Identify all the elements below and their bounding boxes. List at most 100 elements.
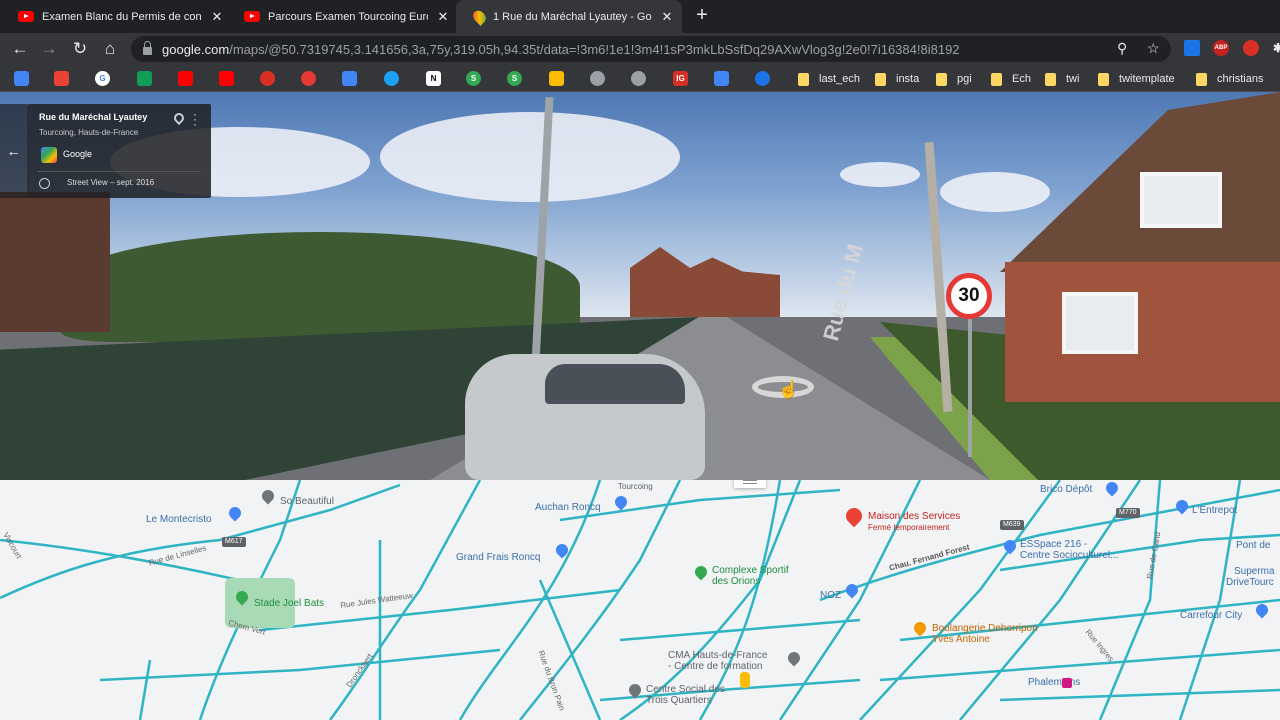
bookmark-folder[interactable]: christians xyxy=(1196,71,1263,87)
houses xyxy=(630,247,780,317)
map-label[interactable]: CMA Hauts-de-France xyxy=(668,650,767,661)
zoom-icon[interactable]: ⚲ xyxy=(1117,40,1127,57)
street-view-date: Street View – sept. 2016 xyxy=(67,178,155,187)
notion-icon[interactable]: N xyxy=(426,71,441,86)
window xyxy=(1140,172,1222,228)
youtube-icon[interactable] xyxy=(219,71,234,86)
map-label[interactable]: Yves Antoine xyxy=(932,634,990,645)
map-label[interactable]: Centre Socioculturel... xyxy=(1020,550,1118,561)
adblock-icon[interactable]: ABP xyxy=(1213,40,1229,56)
back-arrow-icon[interactable]: ← xyxy=(0,104,27,198)
folder-icon xyxy=(1098,72,1109,86)
folder-icon xyxy=(875,72,886,86)
minimap[interactable]: So Beautiful Le Montecristo M617 Auchan … xyxy=(0,480,1280,720)
map-label[interactable]: Phalempins xyxy=(1028,677,1080,688)
hand-cursor-icon: ☝ xyxy=(778,380,800,399)
map-label[interactable]: Carrefour City xyxy=(1180,610,1242,621)
forward-arrow-icon[interactable]: → xyxy=(38,38,60,60)
map-label[interactable]: Complexe Sportif xyxy=(712,565,789,576)
new-tab-button[interactable]: + xyxy=(692,4,712,27)
bookmark-icon[interactable]: S xyxy=(507,71,522,86)
map-label[interactable]: NOZ xyxy=(820,590,841,601)
car-window xyxy=(545,364,685,404)
tab-strip: Examen Blanc du Permis de cond ✕ Parcour… xyxy=(0,0,1280,33)
map-label[interactable]: Le Montecristo xyxy=(146,514,212,525)
home-icon[interactable]: ⌂ xyxy=(99,38,121,60)
address-bar[interactable]: google.com/maps/@50.7319745,3.141656,3a,… xyxy=(131,36,1171,62)
tab-examen-blanc[interactable]: Examen Blanc du Permis de cond ✕ xyxy=(0,0,232,33)
map-label[interactable]: Trois Quartiers xyxy=(646,695,712,706)
bookmark-folder[interactable]: twi xyxy=(1045,71,1079,87)
clock-icon[interactable] xyxy=(39,178,50,189)
drive-icon[interactable] xyxy=(137,71,152,86)
pegman-icon[interactable] xyxy=(740,672,750,688)
tab-parcours-examen[interactable]: Parcours Examen Tourcoing Euro ✕ xyxy=(226,0,458,33)
bookmark-star-icon[interactable]: ☆ xyxy=(1147,40,1160,57)
google-maps-icon xyxy=(41,147,57,163)
close-icon[interactable]: ✕ xyxy=(436,9,450,25)
bookmark-folder[interactable]: twitemplate xyxy=(1098,71,1175,87)
extension-icon[interactable] xyxy=(1243,40,1259,56)
map-label[interactable]: ESSpace 216 - xyxy=(1020,539,1087,550)
place-status: Fermé temporairement xyxy=(868,523,950,532)
youtube-icon xyxy=(244,11,260,22)
map-label[interactable]: Grand Frais Roncq xyxy=(456,552,540,563)
bookmark-folder[interactable]: Ech xyxy=(991,71,1031,87)
puzzle-icon[interactable] xyxy=(714,71,729,86)
tab-google-maps[interactable]: 1 Rue du Maréchal Lyautey - Goo ✕ xyxy=(456,0,682,33)
map-label[interactable]: So Beautiful xyxy=(280,496,334,507)
provider-label: Google xyxy=(63,149,93,159)
place-location: Tourcoing, Hauts-de-France xyxy=(39,128,139,137)
divider xyxy=(37,171,201,172)
map-label[interactable]: Centre Social des xyxy=(646,684,725,695)
back-arrow-icon[interactable]: ← xyxy=(9,38,31,60)
map-label[interactable]: - Centre de formation xyxy=(668,661,763,672)
map-label[interactable]: Maison des Services xyxy=(868,511,960,522)
folder-icon xyxy=(798,72,809,86)
google-icon[interactable]: G xyxy=(95,71,110,86)
bookmark-icon[interactable] xyxy=(301,71,316,86)
bookmark-folder[interactable]: insta xyxy=(875,71,919,87)
map-label[interactable]: DriveTourc xyxy=(1226,577,1274,588)
reload-icon[interactable]: ↻ xyxy=(69,38,91,60)
map-label[interactable]: des Orions xyxy=(712,576,760,587)
map-label[interactable]: Boulangerie Dehorripon xyxy=(932,623,1038,634)
map-label[interactable]: Pont de xyxy=(1236,540,1270,551)
bookmark-folder[interactable]: pgi xyxy=(936,71,972,87)
trees xyxy=(60,232,580,342)
gmail-icon[interactable] xyxy=(54,71,69,86)
map-label[interactable]: Auchan Roncq xyxy=(535,502,601,513)
close-icon[interactable]: ✕ xyxy=(660,9,674,25)
map-label[interactable]: Brico Dépôt xyxy=(1040,484,1092,495)
location-pin-icon[interactable] xyxy=(171,110,187,126)
tab-title: 1 Rue du Maréchal Lyautey - Goo xyxy=(493,10,652,23)
map-label[interactable]: L'Entrepot xyxy=(1192,505,1237,516)
road-shield: M639 xyxy=(1000,520,1024,530)
google-maps-icon xyxy=(470,7,489,26)
puzzle-icon[interactable]: ✱ xyxy=(1270,40,1280,56)
window xyxy=(1062,292,1138,354)
bookmark-icon[interactable] xyxy=(549,71,564,86)
globe-icon[interactable] xyxy=(590,71,605,86)
youtube-icon[interactable] xyxy=(178,71,193,86)
more-options-icon[interactable]: · · · xyxy=(193,108,197,130)
globe-icon[interactable] xyxy=(631,71,646,86)
bookmark-folder[interactable]: last_ech xyxy=(798,71,860,87)
close-icon[interactable]: ✕ xyxy=(210,9,224,25)
folder-icon xyxy=(1196,72,1207,86)
resize-handle[interactable] xyxy=(734,480,766,488)
bookmark-icon[interactable]: IG xyxy=(673,71,688,86)
bookmark-icon[interactable]: S xyxy=(466,71,481,86)
house xyxy=(0,192,110,332)
street-view-info-card: Rue du Maréchal Lyautey Tourcoing, Hauts… xyxy=(27,104,211,198)
translate-icon[interactable] xyxy=(342,71,357,86)
gear-icon[interactable] xyxy=(755,71,770,86)
map-label[interactable]: Superma xyxy=(1234,566,1275,577)
browser-toolbar: ← → ↻ ⌂ google.com/maps/@50.7319745,3.14… xyxy=(0,33,1280,65)
twitter-icon[interactable] xyxy=(384,71,399,86)
map-label[interactable]: Stade Joel Bats xyxy=(254,598,324,609)
bookmark-icon[interactable] xyxy=(260,71,275,86)
calendar-icon[interactable] xyxy=(14,71,29,86)
extension-icon[interactable] xyxy=(1184,40,1200,56)
shop-icon[interactable] xyxy=(1062,678,1072,688)
